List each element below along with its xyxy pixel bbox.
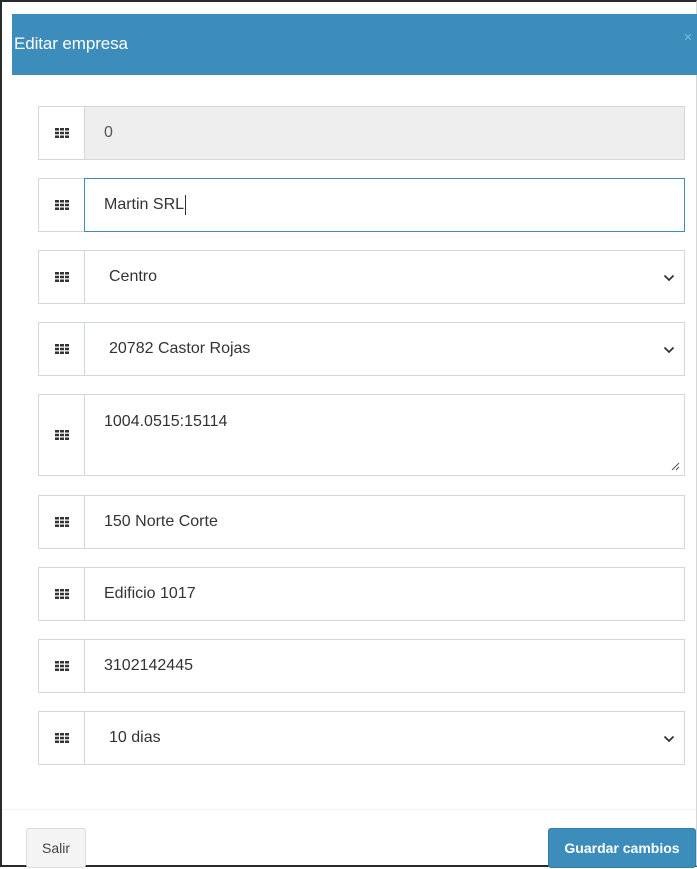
contact-select[interactable]: 20782 Castor Rojas [84, 322, 685, 376]
code-textarea-value: 1004.0515:15114 [104, 413, 228, 430]
grid-icon [38, 711, 84, 765]
id-input: 0 [84, 106, 685, 160]
form-row-address: 150 Norte Corte [38, 495, 685, 549]
phone-input[interactable]: 3102142445 [84, 639, 685, 693]
chevron-down-icon [663, 735, 675, 743]
terms-select-value: 10 dias [109, 729, 161, 746]
building-value: Edificio 1017 [104, 585, 196, 602]
close-button[interactable]: × [681, 29, 695, 47]
save-changes-button[interactable]: Guardar cambios [548, 828, 696, 868]
form-row-contact: 20782 Castor Rojas [38, 322, 685, 376]
modal-title: Editar empresa [14, 34, 128, 53]
terms-select[interactable]: 10 dias [84, 711, 685, 765]
modal-footer: Salir Guardar cambios [2, 809, 696, 869]
contact-select-value: 20782 Castor Rojas [109, 340, 251, 357]
grid-icon [38, 178, 84, 232]
resize-handle-icon[interactable] [671, 462, 680, 471]
grid-icon [38, 250, 84, 304]
grid-icon [38, 567, 84, 621]
chevron-down-icon [663, 274, 675, 282]
grid-icon [38, 106, 84, 160]
form-row-building: Edificio 1017 [38, 567, 685, 621]
id-value: 0 [104, 124, 113, 141]
form-row-textarea: 1004.0515:15114 [38, 394, 685, 476]
exit-button[interactable]: Salir [26, 828, 86, 868]
text-cursor [185, 195, 187, 215]
modal-header: Editar empresa × [12, 14, 697, 75]
grid-icon [38, 322, 84, 376]
form-row-terms: 10 dias [38, 711, 685, 765]
grid-icon [38, 495, 84, 549]
code-textarea[interactable]: 1004.0515:15114 [84, 394, 685, 476]
grid-icon [38, 394, 84, 476]
form-row-phone: 3102142445 [38, 639, 685, 693]
form-row-zone: Centro [38, 250, 685, 304]
zone-select-value: Centro [109, 268, 158, 285]
zone-select[interactable]: Centro [84, 250, 685, 304]
building-input[interactable]: Edificio 1017 [84, 567, 685, 621]
company-name-input[interactable]: Martin SRL [84, 178, 685, 232]
form-row-id: 0 [38, 106, 685, 160]
phone-value: 3102142445 [104, 657, 193, 674]
address-value: 150 Norte Corte [104, 513, 218, 530]
form-row-name: Martin SRL [38, 178, 685, 232]
chevron-down-icon [663, 346, 675, 354]
company-name-value: Martin SRL [104, 196, 185, 213]
address-input[interactable]: 150 Norte Corte [84, 495, 685, 549]
edit-company-modal: Editar empresa × 0 Martin SRL Centro 207… [0, 0, 697, 869]
grid-icon [38, 639, 84, 693]
